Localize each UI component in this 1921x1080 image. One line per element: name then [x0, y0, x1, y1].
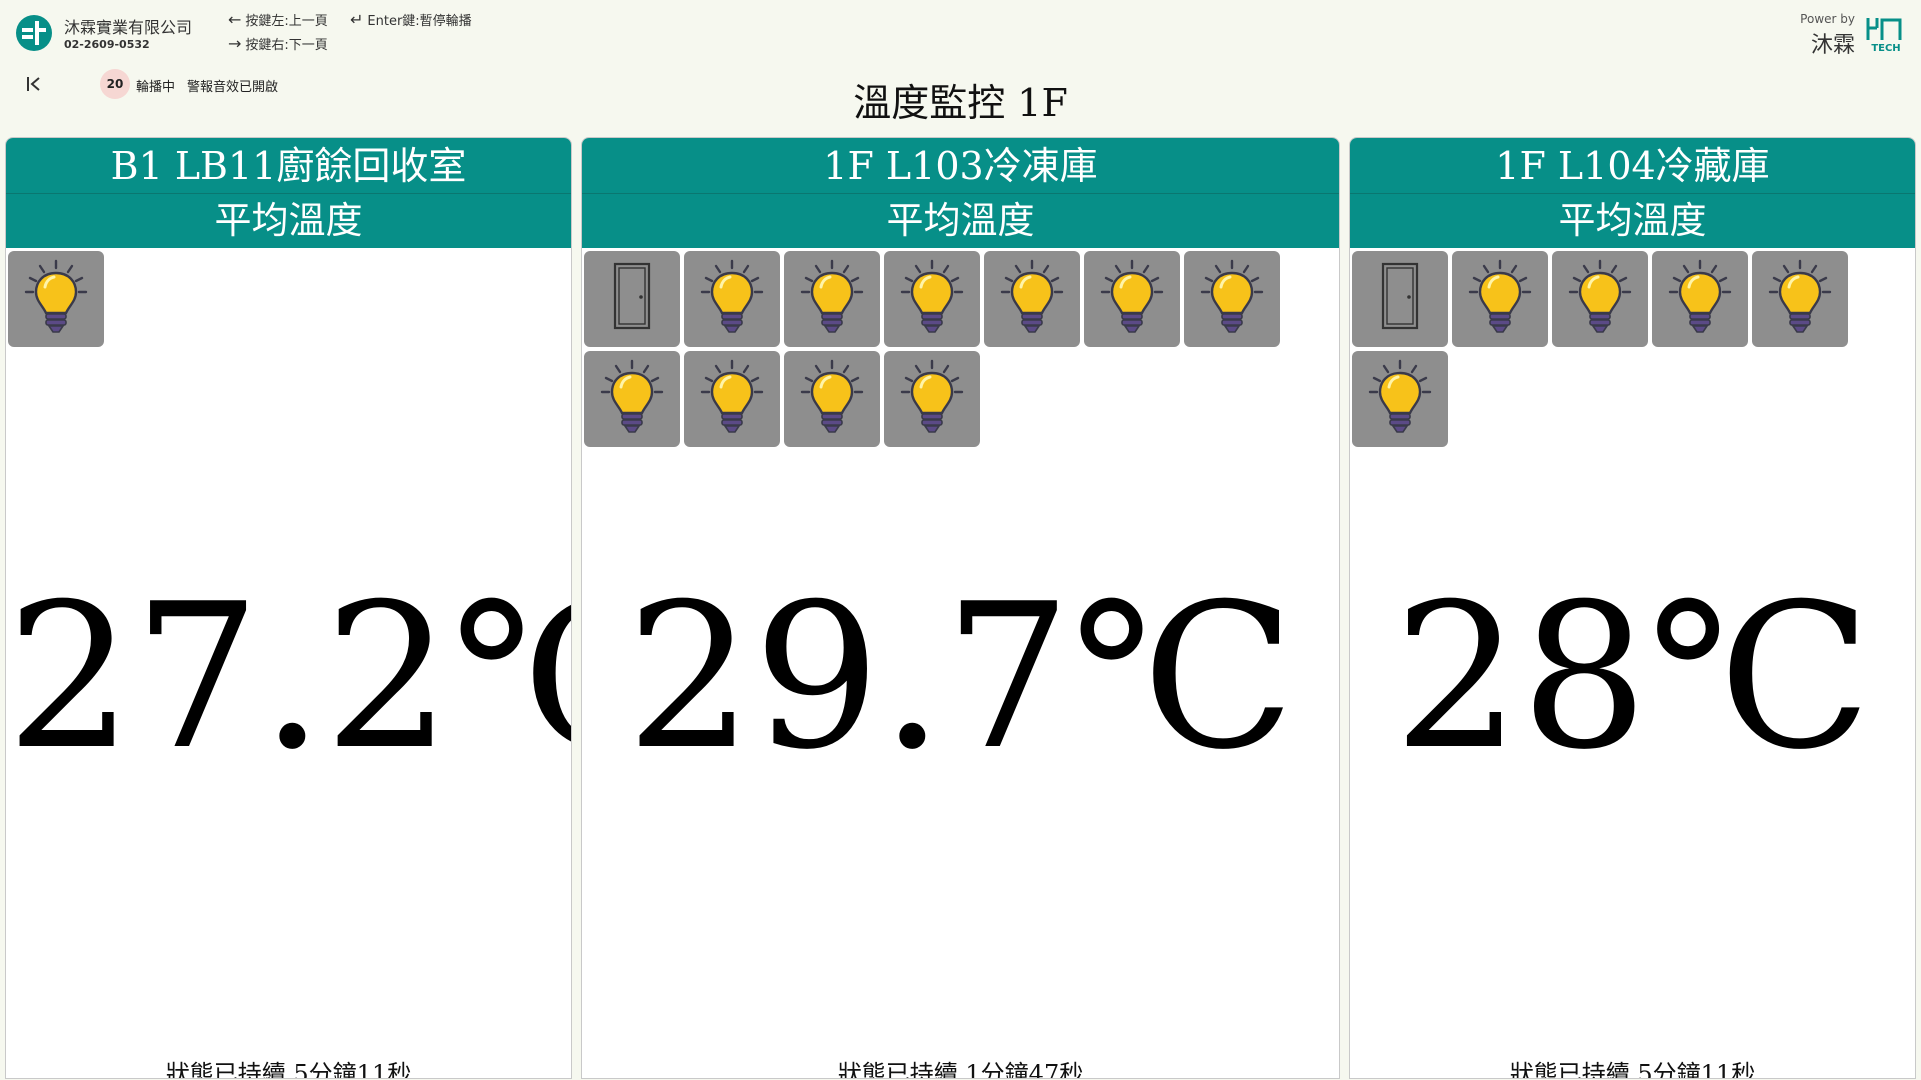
device-tile[interactable]	[1184, 251, 1280, 347]
pause-hint: ↵ Enter鍵:暫停輪播	[350, 10, 472, 29]
device-tile[interactable]	[1552, 251, 1648, 347]
device-tile[interactable]	[884, 251, 980, 347]
average-temperature: 27.2℃	[6, 561, 571, 794]
device-tile[interactable]	[984, 251, 1080, 347]
bulb-icon	[797, 359, 867, 439]
zone-name: 1F L104冷藏庫	[1350, 138, 1915, 194]
bulb-icon	[1365, 359, 1435, 439]
zone-panel: B1 LB11廚餘回收室 平均溫度 27.2℃ 狀態已持續 5分鐘11秒	[5, 137, 572, 1079]
zone-subtitle: 平均溫度	[214, 199, 363, 242]
device-tile[interactable]	[1352, 251, 1448, 347]
company-phone: 02-2609-0532	[64, 38, 150, 51]
zone-subtitle: 平均溫度	[886, 199, 1035, 242]
top-bar: 沐霖實業有限公司 02-2609-0532 ← 按鍵左:上一頁 ↵ Enter鍵…	[0, 0, 1921, 130]
enter-icon: ↵	[350, 10, 364, 29]
device-tile[interactable]	[884, 351, 980, 447]
status-duration: 狀態已持續 1分鐘47秒	[837, 1060, 1084, 1079]
bulb-icon	[797, 259, 867, 339]
bulb-icon	[1197, 259, 1267, 339]
zone-panel: 1F L104冷藏庫 平均溫度 28℃ 狀態已持續 5分鐘11秒	[1349, 137, 1916, 1079]
device-tile[interactable]	[784, 351, 880, 447]
arrow-right-icon: →	[228, 34, 242, 53]
bulb-icon	[1465, 259, 1535, 339]
bulb-icon	[697, 359, 767, 439]
device-tile[interactable]	[784, 251, 880, 347]
company-name: 沐霖實業有限公司	[64, 18, 193, 37]
zone-name: B1 LB11廚餘回收室	[6, 138, 571, 194]
bulb-icon	[1765, 259, 1835, 339]
device-icons	[6, 248, 571, 350]
device-tile[interactable]	[1652, 251, 1748, 347]
page-title: 溫度監控 1F	[853, 81, 1068, 125]
powered-by: Power by 沐霖	[1800, 12, 1855, 59]
next-page-hint: → 按鍵右:下一頁	[228, 34, 328, 53]
average-temperature: 28℃	[1393, 561, 1872, 794]
device-tile[interactable]	[584, 251, 680, 347]
bulb-icon	[1097, 259, 1167, 339]
device-tile[interactable]	[584, 351, 680, 447]
bulb-icon	[897, 359, 967, 439]
door-icon	[1365, 259, 1435, 339]
panel-header: B1 LB11廚餘回收室 平均溫度	[6, 138, 571, 248]
device-tile[interactable]	[1352, 351, 1448, 447]
device-icons	[582, 248, 1339, 450]
bulb-icon	[697, 259, 767, 339]
bulb-icon	[997, 259, 1067, 339]
zone-panel: 1F L103冷凍庫 平均溫度 29.7℃ 狀態已持續 1分鐘47秒	[581, 137, 1340, 1079]
panel-header: 1F L103冷凍庫 平均溫度	[582, 138, 1339, 248]
bulb-icon	[21, 259, 91, 339]
zone-subtitle: 平均溫度	[1558, 199, 1707, 242]
bulb-icon	[1565, 259, 1635, 339]
prev-page-hint: ← 按鍵左:上一頁	[228, 10, 328, 29]
device-icons	[1350, 248, 1915, 450]
bulb-icon	[897, 259, 967, 339]
arrow-left-icon: ←	[228, 10, 242, 29]
status-duration: 狀態已持續 5分鐘11秒	[165, 1060, 412, 1079]
device-tile[interactable]	[8, 251, 104, 347]
bulb-icon	[597, 359, 667, 439]
device-tile[interactable]	[684, 251, 780, 347]
company-logo-icon	[16, 15, 52, 51]
device-tile[interactable]	[1452, 251, 1548, 347]
device-tile[interactable]	[1752, 251, 1848, 347]
brand-logo-text: TECH	[1871, 43, 1900, 52]
zone-name: 1F L103冷凍庫	[582, 138, 1339, 194]
status-duration: 狀態已持續 5分鐘11秒	[1509, 1060, 1756, 1079]
brand-logo-icon: TECH	[1866, 18, 1902, 52]
door-icon	[597, 259, 667, 339]
powered-by-label: Power by	[1800, 12, 1855, 26]
device-tile[interactable]	[684, 351, 780, 447]
device-tile[interactable]	[1084, 251, 1180, 347]
bulb-icon	[1665, 259, 1735, 339]
panel-header: 1F L104冷藏庫 平均溫度	[1350, 138, 1915, 248]
average-temperature: 29.7℃	[625, 561, 1296, 794]
powered-brand: 沐霖	[1810, 33, 1855, 58]
